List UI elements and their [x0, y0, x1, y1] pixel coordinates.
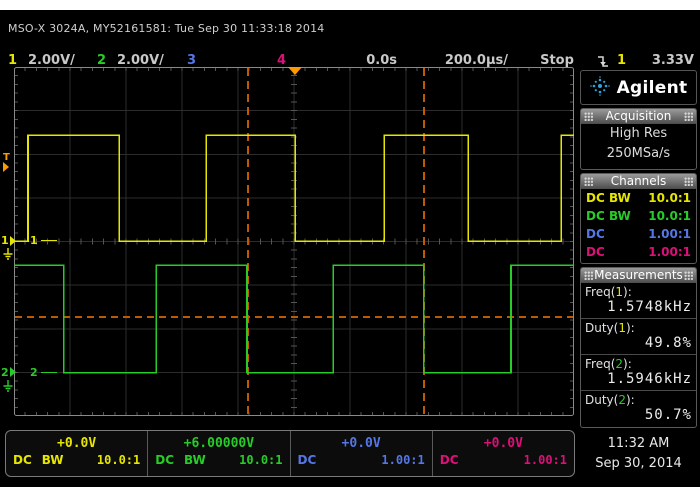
oscilloscope-screenshot: MSO-X 3024A, MY52161581: Tue Sep 30 11:3… [0, 0, 700, 500]
grip-icon [584, 112, 593, 121]
measurement-row[interactable]: Freq(2): 1.5946kHz [581, 355, 696, 391]
measurements-header[interactable]: Measurements [581, 268, 696, 283]
trigger-level-arrow-icon [3, 162, 9, 172]
brand-name: Agilent [617, 78, 688, 98]
trigger-level-marker[interactable]: T [3, 153, 10, 172]
ch1-ground-label-inner: 1 [30, 234, 57, 247]
status-trigger-level[interactable]: 3.33V [638, 53, 694, 70]
clock-date: Sep 30, 2014 [580, 454, 697, 474]
grip-icon [584, 271, 593, 280]
acquisition-panel: Acquisition High Res 250MSa/s [580, 108, 697, 170]
measurement-value: 49.8% [585, 335, 692, 351]
channel-status-bar: +0.0V DC BW 10.0:1 +6.00000V DC BW 10.0:… [5, 430, 575, 477]
clock-time: 11:32 AM [580, 434, 697, 454]
measurement-value: 1.5946kHz [585, 371, 692, 387]
ch3-status-box[interactable]: +0.0V DC 1.00:1 [290, 431, 432, 476]
scope-screen: MSO-X 3024A, MY52161581: Tue Sep 30 11:3… [0, 10, 700, 487]
measurement-value: 50.7% [585, 407, 692, 423]
ch4-offset: +0.0V [440, 435, 567, 452]
channels-row-1[interactable]: DC BW 10.0:1 [581, 189, 696, 207]
sample-rate: 250MSa/s [581, 144, 696, 164]
title-bar: MSO-X 3024A, MY52161581: Tue Sep 30 11:3… [8, 22, 325, 35]
clock: 11:32 AM Sep 30, 2014 [580, 434, 697, 474]
grip-icon [684, 177, 693, 186]
ch2-ground-tick [41, 372, 57, 373]
grip-icon [584, 177, 593, 186]
ch1-ground-arrow-icon [10, 236, 16, 246]
ch2-status-box[interactable]: +6.00000V DC BW 10.0:1 [147, 431, 289, 476]
ch3-offset: +0.0V [298, 435, 425, 452]
grip-icon [684, 112, 693, 121]
ch1-offset: +0.0V [13, 435, 140, 452]
trigger-position-marker[interactable] [288, 67, 302, 75]
waveform-plot [14, 67, 574, 416]
acquisition-header[interactable]: Acquisition [581, 109, 696, 124]
status-trigger-source[interactable]: 1 [617, 53, 626, 70]
channels-row-3[interactable]: DC 1.00:1 [581, 225, 696, 243]
acquisition-mode: High Res [581, 124, 696, 144]
channels-row-4[interactable]: DC 1.00:1 [581, 243, 696, 261]
channels-panel: Channels DC BW 10.0:1 DC BW 10.0:1 DC 1.… [580, 173, 697, 264]
ch1-ground-symbol-icon [2, 246, 14, 265]
channels-row-2[interactable]: DC BW 10.0:1 [581, 207, 696, 225]
ch4-status-box[interactable]: +0.0V DC 1.00:1 [432, 431, 574, 476]
brand-logo: Agilent [580, 70, 697, 105]
measurement-row[interactable]: Freq(1): 1.5748kHz [581, 283, 696, 319]
agilent-spark-icon [590, 76, 610, 100]
measurement-row[interactable]: Duty(2): 50.7% [581, 391, 696, 426]
ch1-status-box[interactable]: +0.0V DC BW 10.0:1 [6, 431, 147, 476]
ch2-ground-label-inner: 2 [30, 366, 57, 379]
grip-icon [684, 271, 693, 280]
measurement-value: 1.5748kHz [585, 299, 692, 315]
ch2-ground-arrow-icon [10, 367, 16, 377]
measurements-panel: Measurements Freq(1): 1.5748kHz Duty(1):… [580, 267, 697, 428]
channels-header[interactable]: Channels [581, 174, 696, 189]
ch2-offset: +6.00000V [155, 435, 282, 452]
measurement-row[interactable]: Duty(1): 49.8% [581, 319, 696, 355]
ch1-ground-tick [41, 240, 57, 241]
ch2-ground-symbol-icon [2, 378, 14, 397]
trigger-level-label: T [3, 153, 10, 162]
